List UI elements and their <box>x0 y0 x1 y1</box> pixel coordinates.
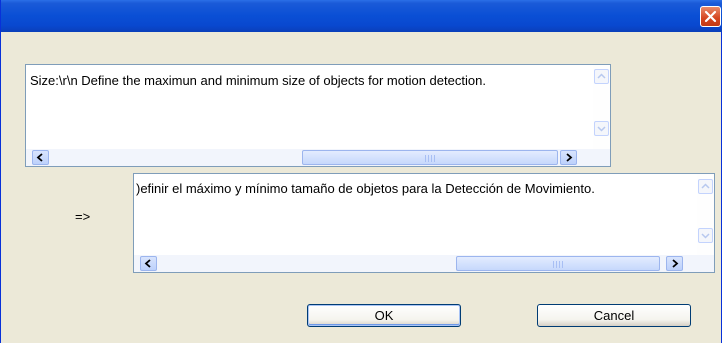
target-text: )efinir el máximo y mínimo tamaño de obj… <box>136 181 595 196</box>
arrow-label: => <box>75 209 91 224</box>
chevron-up-icon <box>701 183 710 189</box>
scroll-right-button[interactable] <box>560 150 577 165</box>
chevron-down-icon <box>701 233 710 239</box>
close-button[interactable] <box>700 6 721 27</box>
chevron-left-icon <box>36 153 43 162</box>
scroll-down-button[interactable] <box>594 121 609 136</box>
chevron-right-icon <box>672 259 679 268</box>
scroll-left-button[interactable] <box>32 150 49 165</box>
scroll-right-button[interactable] <box>666 256 683 271</box>
chevron-down-icon <box>597 126 606 132</box>
scroll-left-button[interactable] <box>140 256 157 271</box>
source-text-box[interactable]: Size:\r\n Define the maximun and minimum… <box>25 64 611 167</box>
cancel-button[interactable]: Cancel <box>537 304 691 327</box>
title-bar[interactable] <box>1 0 722 32</box>
target-horizontal-scrollbar[interactable] <box>134 255 714 272</box>
scroll-up-button[interactable] <box>698 179 713 194</box>
dialog-window: Size:\r\n Define the maximun and minimum… <box>0 0 722 343</box>
scroll-down-button[interactable] <box>698 228 713 243</box>
ok-button[interactable]: OK <box>307 304 461 327</box>
scroll-thumb[interactable] <box>456 256 660 271</box>
scroll-thumb[interactable] <box>302 150 558 165</box>
thumb-grip <box>425 155 435 162</box>
chevron-up-icon <box>597 73 606 79</box>
target-vertical-scrollbar[interactable] <box>697 174 714 256</box>
scroll-up-button[interactable] <box>594 69 609 84</box>
chevron-right-icon <box>566 153 573 162</box>
close-icon <box>704 10 717 23</box>
thumb-grip <box>553 261 563 268</box>
source-text: Size:\r\n Define the maximun and minimum… <box>30 73 486 88</box>
source-horizontal-scrollbar[interactable] <box>26 149 610 166</box>
chevron-left-icon <box>144 259 151 268</box>
target-text-box[interactable]: )efinir el máximo y mínimo tamaño de obj… <box>133 173 715 273</box>
source-vertical-scrollbar[interactable] <box>593 65 610 149</box>
